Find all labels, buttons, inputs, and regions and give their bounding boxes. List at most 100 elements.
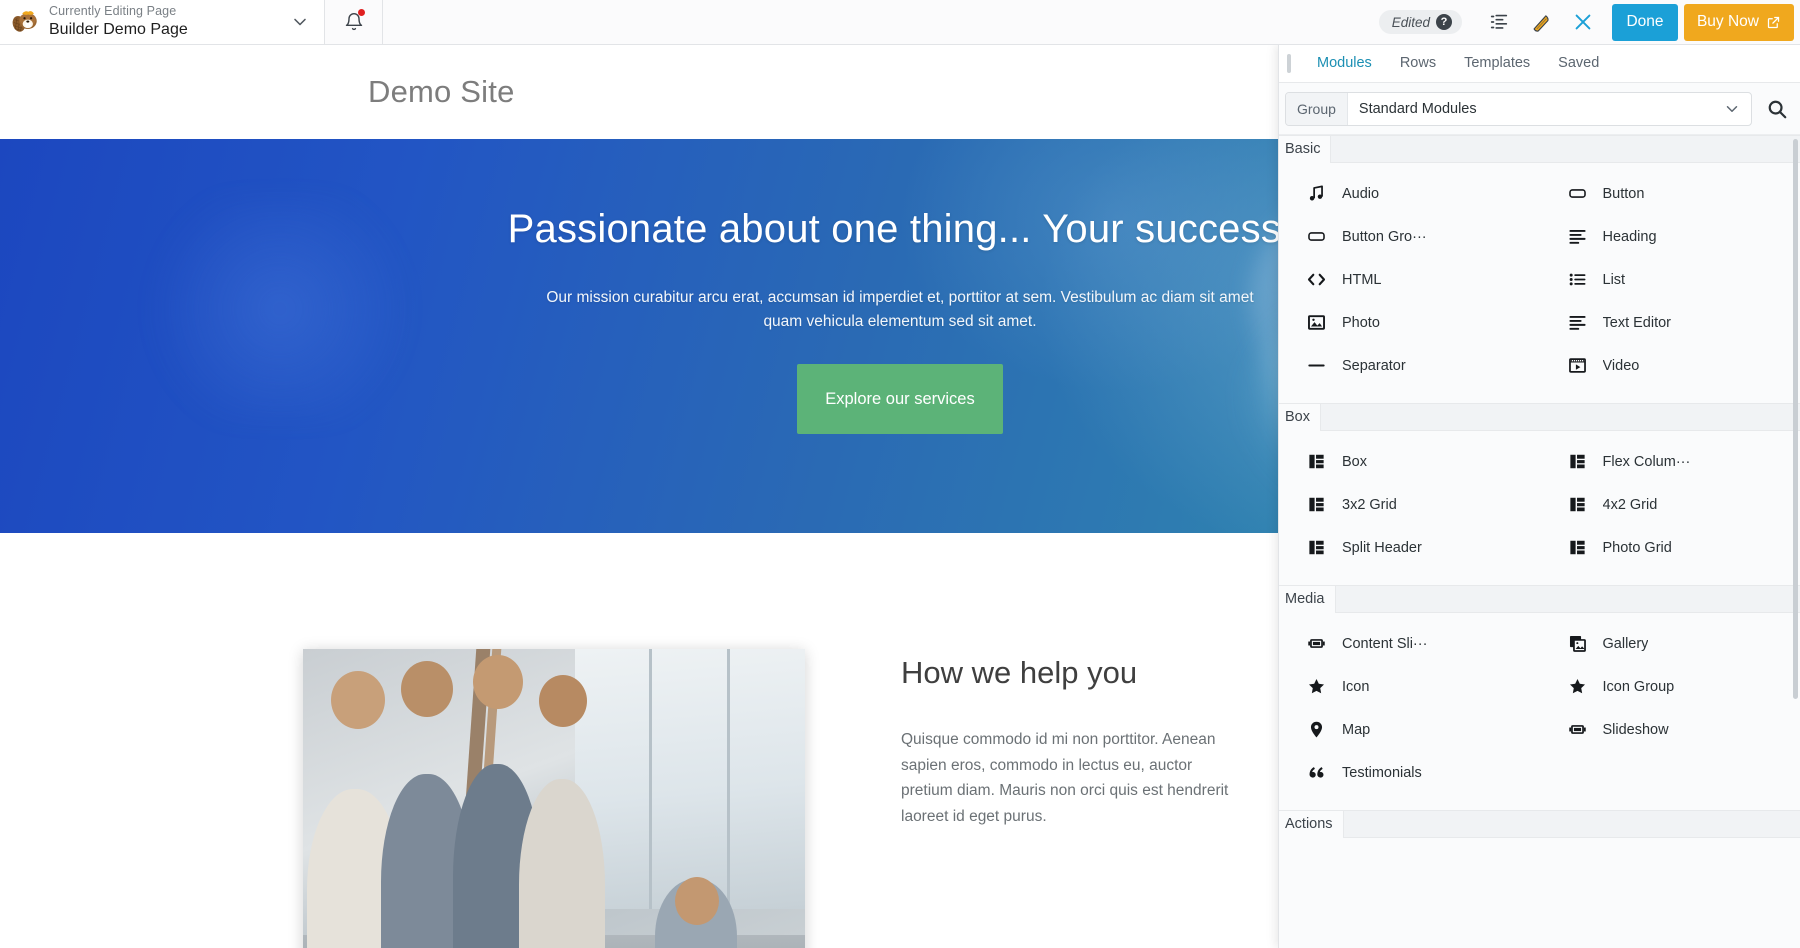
module-grid: Box Flex Colum··· 3x2 Grid 4x2 Grid Split He… (1279, 431, 1800, 585)
close-icon (1575, 14, 1591, 30)
module-item[interactable]: List (1540, 258, 1800, 301)
buy-now-button[interactable]: Buy Now (1683, 3, 1794, 41)
module-label: Gallery (1602, 635, 1649, 652)
panel-drag-handle[interactable] (1287, 54, 1291, 73)
help-title: How we help you (901, 655, 1138, 690)
module-item[interactable]: Map (1279, 708, 1540, 751)
music-note-icon (1309, 185, 1323, 201)
panel-scrollbar[interactable] (1793, 139, 1798, 699)
tab-modules[interactable]: Modules (1303, 45, 1386, 82)
module-item[interactable]: Audio (1279, 172, 1540, 215)
module-item[interactable]: Content Sli··· (1279, 622, 1540, 665)
module-group-header[interactable]: Actions (1279, 810, 1800, 838)
module-label: Icon (1342, 678, 1370, 695)
module-label: Box (1342, 453, 1367, 470)
page-selector[interactable]: Currently Editing Page Builder Demo Page (0, 0, 325, 44)
close-builder-button[interactable] (1562, 0, 1604, 45)
module-item[interactable]: Video (1540, 344, 1800, 387)
module-item[interactable]: Separator (1279, 344, 1540, 387)
outline-list-icon (1490, 14, 1508, 29)
help-text-block: How we help you Quisque commodo id mi no… (901, 649, 1241, 948)
tab-saved[interactable]: Saved (1544, 45, 1613, 82)
module-item[interactable]: Button (1540, 172, 1800, 215)
tab-rows[interactable]: Rows (1386, 45, 1450, 82)
box-grid-icon (1309, 454, 1324, 469)
module-item[interactable]: Heading (1540, 215, 1800, 258)
panel-search-button[interactable] (1766, 98, 1788, 120)
module-item[interactable]: Flex Colum··· (1540, 440, 1800, 483)
module-item[interactable]: Box (1279, 440, 1540, 483)
builder-screen: Currently Editing Page Builder Demo Page… (0, 0, 1800, 948)
notifications-button[interactable] (325, 0, 383, 44)
text-editor-icon (1568, 316, 1586, 330)
slider-icon (1308, 639, 1325, 648)
photo-window (575, 649, 805, 909)
video-icon (1568, 358, 1586, 373)
panel-filter-bar: Group Standard Modules (1279, 83, 1800, 135)
beaver-builder-logo (12, 11, 37, 32)
tab-templates[interactable]: Templates (1450, 45, 1544, 82)
module-label: Button (1602, 185, 1645, 202)
module-group-name: Basic (1279, 135, 1332, 163)
team-photo (303, 649, 805, 948)
module-item[interactable]: 4x2 Grid (1540, 483, 1800, 526)
module-group-header[interactable]: Basic (1279, 135, 1800, 163)
module-item[interactable]: Gallery (1540, 622, 1800, 665)
module-label: 4x2 Grid (1602, 496, 1658, 513)
module-item[interactable]: Button Gro··· (1279, 215, 1540, 258)
external-link-icon (1767, 16, 1780, 28)
slider-icon (1568, 725, 1586, 734)
module-item[interactable]: Text Editor (1540, 301, 1800, 344)
star-icon (1569, 679, 1585, 694)
group-select[interactable]: Group Standard Modules (1285, 91, 1752, 126)
outline-button[interactable] (1478, 0, 1520, 45)
module-item[interactable]: HTML (1279, 258, 1540, 301)
list-icon (1569, 273, 1585, 286)
modules-scroll-area[interactable]: Basic Audio Button Button Gro··· Heading HTML… (1279, 135, 1800, 948)
chevron-down-icon (294, 18, 306, 26)
module-label: Photo (1342, 314, 1380, 331)
editing-label: Currently Editing Page (49, 3, 177, 18)
buy-now-label: Buy Now (1696, 13, 1759, 30)
help-body: Quisque commodo id mi non porttitor. Aen… (901, 731, 1229, 825)
box-grid-icon (1569, 454, 1585, 469)
help-icon[interactable]: ? (1435, 14, 1452, 30)
edited-label: Edited (1391, 14, 1430, 30)
notification-dot (358, 9, 365, 16)
module-item[interactable]: Photo Grid (1540, 526, 1800, 569)
module-label: Audio (1342, 185, 1380, 202)
palette-icon (1533, 15, 1549, 32)
box-grid-icon (1569, 540, 1585, 555)
module-item[interactable]: Icon Group (1540, 665, 1800, 708)
module-label: Text Editor (1602, 314, 1672, 331)
theme-button[interactable] (1520, 0, 1562, 45)
done-button[interactable]: Done (1611, 3, 1678, 41)
module-item[interactable]: Slideshow (1540, 708, 1800, 751)
module-item[interactable]: Split Header (1279, 526, 1540, 569)
module-item[interactable]: 3x2 Grid (1279, 483, 1540, 526)
module-label: Slideshow (1602, 721, 1669, 738)
separator-icon (1308, 364, 1325, 367)
explore-services-button[interactable]: Explore our services (797, 364, 1003, 435)
admin-toolbar: Currently Editing Page Builder Demo Page… (0, 0, 1800, 45)
module-item[interactable]: Testimonials (1279, 751, 1540, 794)
module-label: Testimonials (1342, 764, 1422, 781)
edited-status-badge[interactable]: Edited ? (1378, 10, 1462, 34)
module-label: Video (1602, 357, 1640, 374)
site-logo: Demo Site (368, 74, 515, 109)
module-label: Content Sli··· (1342, 635, 1428, 652)
module-label: Split Header (1342, 539, 1422, 556)
module-group-header[interactable]: Box (1279, 403, 1800, 431)
module-item[interactable]: Photo (1279, 301, 1540, 344)
module-group-name: Box (1279, 403, 1321, 431)
module-item[interactable]: Icon (1279, 665, 1540, 708)
module-label: 3x2 Grid (1342, 496, 1397, 513)
module-label: Separator (1342, 357, 1406, 374)
box-grid-icon (1569, 497, 1585, 512)
chevron-down-icon (1726, 105, 1738, 112)
module-group-header[interactable]: Media (1279, 585, 1800, 613)
module-label: Icon Group (1602, 678, 1675, 695)
map-pin-icon (1310, 721, 1323, 738)
module-group-name: Media (1279, 585, 1336, 613)
